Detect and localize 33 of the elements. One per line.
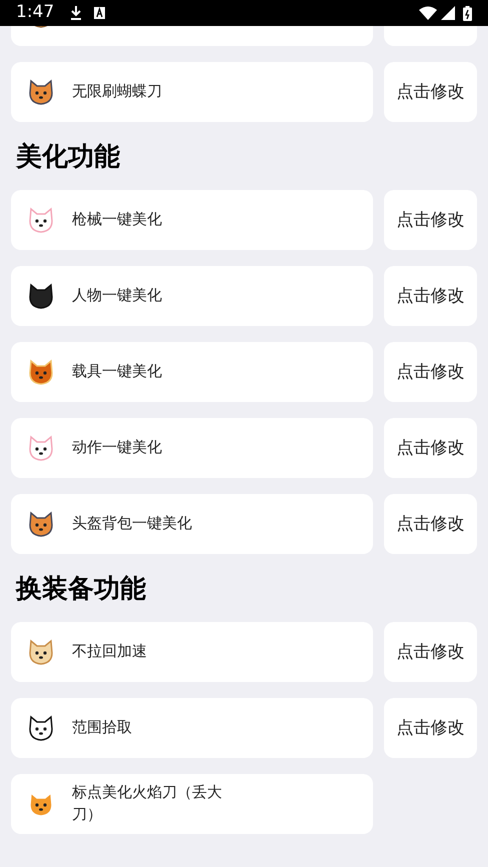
signal-icon [441, 6, 455, 20]
download-icon [70, 6, 82, 20]
modify-button[interactable]: 点击修改 [384, 418, 477, 478]
section-heading: 美化功能 [14, 140, 121, 173]
battery-icon [463, 6, 472, 20]
modify-button[interactable]: 点击修改 [384, 342, 477, 402]
feature-label: 标点美化火焰刀（丢大刀） [72, 783, 223, 825]
modify-button[interactable]: 点击修改 [384, 266, 477, 326]
animal-face-icon [28, 639, 54, 665]
animal-face-icon [28, 715, 54, 741]
feature-label: 头盔背包一键美化 [72, 514, 192, 534]
modify-button[interactable]: 点击修改 [384, 190, 477, 250]
modify-button[interactable]: 点击修改 [384, 622, 477, 682]
status-time: 1:47 [16, 1, 54, 24]
animal-face-icon [28, 359, 54, 385]
text-box-icon [94, 7, 106, 19]
animal-face-icon [28, 511, 54, 537]
animal-face-icon [28, 79, 54, 105]
feature-label: 不拉回加速 [72, 642, 147, 662]
feature-label: 枪械一键美化 [72, 210, 162, 230]
feature-label: 无限刷蝴蝶刀 [72, 82, 162, 102]
feature-label: 载具一键美化 [72, 362, 162, 382]
animal-face-icon [28, 207, 54, 233]
feature-label: 人物一键美化 [72, 286, 162, 306]
animal-face-icon [28, 283, 54, 309]
feature-label: 范围拾取 [72, 718, 132, 738]
feature-label: 动作一键美化 [72, 438, 162, 458]
modify-button[interactable]: 点击修改 [384, 698, 477, 758]
section-heading: 换装备功能 [14, 572, 147, 605]
animal-face-icon [28, 435, 54, 461]
wifi-icon [419, 6, 437, 20]
modify-button[interactable]: 点击修改 [384, 62, 477, 122]
modify-button[interactable]: 点击修改 [384, 494, 477, 554]
